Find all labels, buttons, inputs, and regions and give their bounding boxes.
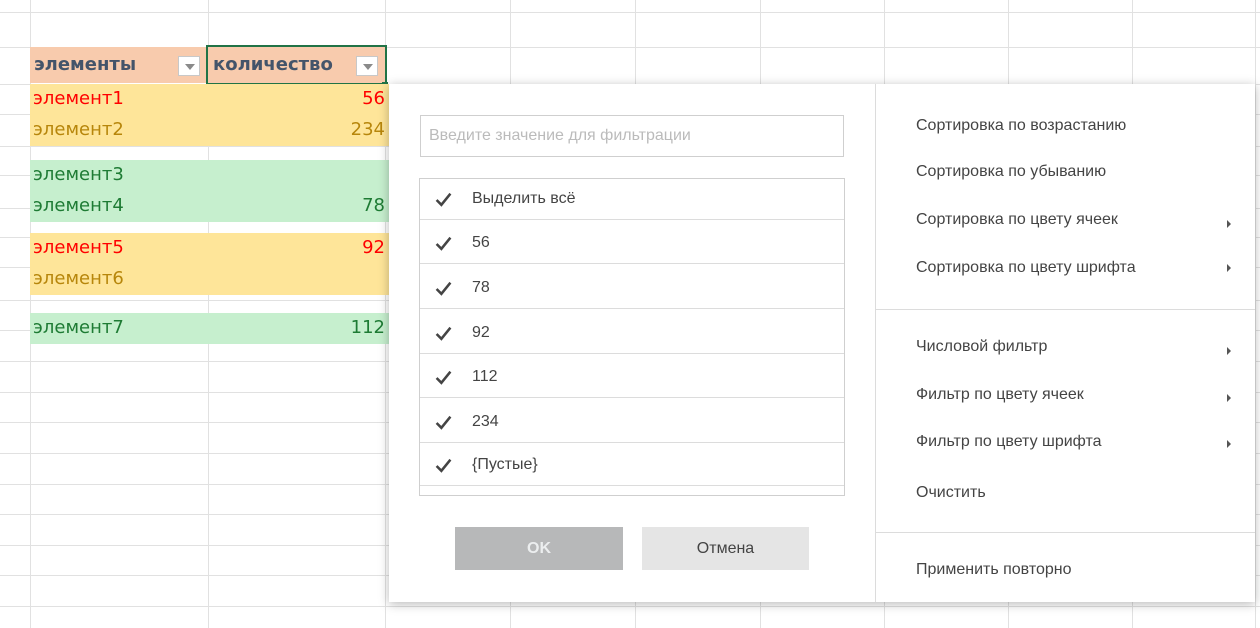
cancel-button[interactable]: Отмена — [642, 527, 809, 570]
header-label-elements: элементы — [34, 54, 137, 75]
menu-number-filter[interactable]: Числовой фильтр — [916, 335, 1047, 359]
cell-value[interactable]: 78 — [362, 191, 385, 221]
table-row[interactable]: элемент3 — [30, 160, 389, 191]
filter-item-label: 92 — [472, 324, 490, 341]
cell-name[interactable]: элемент7 — [33, 313, 124, 343]
filter-item[interactable]: 56 — [420, 223, 844, 264]
cell-value[interactable]: 234 — [351, 115, 385, 145]
grid-line — [0, 12, 1260, 13]
checkmark-icon[interactable] — [435, 280, 452, 297]
menu-sort-by-cell-color[interactable]: Сортировка по цвету ячеек — [916, 208, 1118, 232]
table-row[interactable]: элемент1 56 — [30, 84, 389, 115]
checkmark-icon[interactable] — [435, 369, 452, 386]
menu-reapply[interactable]: Применить повторно — [916, 558, 1072, 582]
chevron-right-icon — [1227, 264, 1231, 272]
filter-item-label: 234 — [472, 413, 499, 430]
filter-item[interactable]: 78 — [420, 268, 844, 309]
filter-item-label: {Пустые} — [472, 456, 538, 473]
filter-search-input[interactable] — [420, 115, 844, 157]
grid-line — [1255, 0, 1256, 628]
filter-item-label: 112 — [472, 368, 498, 385]
cell-name[interactable]: элемент2 — [33, 115, 124, 145]
ok-button[interactable]: OK — [455, 527, 623, 570]
filter-item-label: Выделить всё — [472, 190, 576, 207]
autofilter-popup: Выделить всё 56 78 92 112 234 {Пустые} O… — [389, 84, 1255, 602]
filter-item-select-all[interactable]: Выделить всё — [420, 179, 844, 220]
table-row[interactable]: элемент5 92 — [30, 233, 389, 264]
menu-filter-by-cell-color[interactable]: Фильтр по цвету ячеек — [916, 383, 1084, 407]
table-row[interactable]: элемент4 78 — [30, 191, 389, 222]
filter-values-list: Выделить всё 56 78 92 112 234 {Пустые} — [419, 178, 845, 496]
checkmark-icon[interactable] — [435, 325, 452, 342]
cell-name[interactable]: элемент4 — [33, 191, 124, 221]
menu-sort-ascending[interactable]: Сортировка по возрастанию — [916, 114, 1126, 138]
popup-divider — [875, 84, 876, 602]
cell-name[interactable]: элемент3 — [33, 160, 124, 190]
chevron-right-icon — [1227, 220, 1231, 228]
cell-value[interactable]: 92 — [362, 233, 385, 263]
filter-item[interactable]: 234 — [420, 402, 844, 443]
filter-item-label: 78 — [472, 279, 490, 296]
chevron-right-icon — [1227, 440, 1231, 448]
checkmark-icon[interactable] — [435, 191, 452, 208]
table-row[interactable]: элемент2 234 — [30, 115, 389, 146]
checkmark-icon[interactable] — [435, 235, 452, 252]
menu-separator — [876, 309, 1255, 310]
menu-clear[interactable]: Очистить — [916, 481, 986, 505]
menu-separator — [876, 532, 1255, 533]
checkmark-icon[interactable] — [435, 457, 452, 474]
table-row[interactable]: элемент6 — [30, 264, 389, 295]
menu-sort-descending[interactable]: Сортировка по убыванию — [916, 160, 1106, 184]
selected-cell-border — [206, 45, 387, 85]
cell-name[interactable]: элемент1 — [33, 84, 124, 114]
filter-item[interactable]: 112 — [420, 357, 844, 398]
cell-value[interactable]: 56 — [362, 84, 385, 114]
filter-item-label: 56 — [472, 234, 490, 251]
cell-name[interactable]: элемент6 — [33, 264, 124, 294]
table-row[interactable]: элемент7 112 — [30, 313, 389, 344]
filter-dropdown-icon[interactable] — [178, 56, 200, 76]
cell-name[interactable]: элемент5 — [33, 233, 124, 263]
menu-filter-by-font-color[interactable]: Фильтр по цвету шрифта — [916, 430, 1102, 454]
chevron-right-icon — [1227, 347, 1231, 355]
grid-line — [0, 606, 1260, 607]
filter-item-blanks[interactable]: {Пустые} — [420, 445, 844, 486]
cell-value[interactable]: 112 — [351, 313, 385, 343]
filter-item[interactable]: 92 — [420, 313, 844, 354]
chevron-right-icon — [1227, 394, 1231, 402]
checkmark-icon[interactable] — [435, 414, 452, 431]
menu-sort-by-font-color[interactable]: Сортировка по цвету шрифта — [916, 256, 1136, 280]
